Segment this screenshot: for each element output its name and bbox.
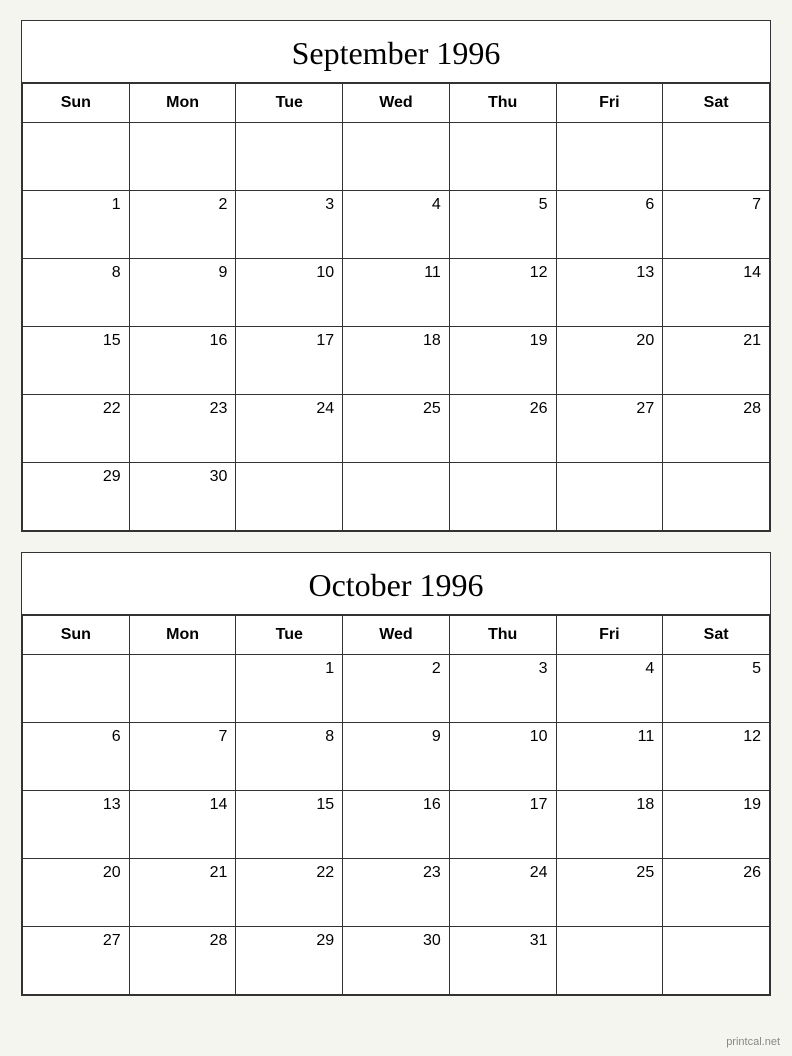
calendar-day: 6 [556, 191, 663, 259]
calendar-day: 25 [343, 395, 450, 463]
calendar-day: 4 [556, 655, 663, 723]
calendar-day: 31 [449, 927, 556, 995]
col-header-wed: Wed [343, 84, 450, 123]
col-header-thu: Thu [449, 84, 556, 123]
calendar-day [129, 655, 236, 723]
calendar-day: 22 [23, 395, 130, 463]
calendar-day: 20 [23, 859, 130, 927]
calendar-day [663, 463, 770, 531]
calendar-day: 29 [23, 463, 130, 531]
calendar-day [23, 123, 130, 191]
calendar-day: 5 [663, 655, 770, 723]
calendar-day: 18 [556, 791, 663, 859]
calendar-day: 13 [23, 791, 130, 859]
calendar-day: 29 [236, 927, 343, 995]
calendar-day: 8 [23, 259, 130, 327]
col-header-tue: Tue [236, 84, 343, 123]
calendar-day: 20 [556, 327, 663, 395]
calendar-day: 4 [343, 191, 450, 259]
calendar-day: 1 [236, 655, 343, 723]
calendar-day: 23 [343, 859, 450, 927]
calendar-day: 27 [23, 927, 130, 995]
calendar-day: 13 [556, 259, 663, 327]
calendar-day: 19 [663, 791, 770, 859]
calendar-day [236, 463, 343, 531]
calendar-day [236, 123, 343, 191]
col-header-sat: Sat [663, 616, 770, 655]
col-header-fri: Fri [556, 616, 663, 655]
col-header-wed: Wed [343, 616, 450, 655]
calendar-day: 16 [343, 791, 450, 859]
calendar-day [343, 463, 450, 531]
col-header-tue: Tue [236, 616, 343, 655]
calendar-day: 25 [556, 859, 663, 927]
september-calendar: September 1996 Sun Mon Tue Wed Thu Fri S… [21, 20, 771, 532]
col-header-sun: Sun [23, 616, 130, 655]
calendar-day [23, 655, 130, 723]
calendar-day: 30 [343, 927, 450, 995]
calendar-day: 12 [449, 259, 556, 327]
calendar-day: 11 [556, 723, 663, 791]
calendar-day: 19 [449, 327, 556, 395]
calendar-day [663, 927, 770, 995]
calendar-day: 15 [236, 791, 343, 859]
calendar-day: 14 [129, 791, 236, 859]
calendar-day: 22 [236, 859, 343, 927]
calendar-day: 21 [663, 327, 770, 395]
calendar-day [129, 123, 236, 191]
col-header-thu: Thu [449, 616, 556, 655]
calendar-day: 16 [129, 327, 236, 395]
calendar-day: 12 [663, 723, 770, 791]
calendar-day: 23 [129, 395, 236, 463]
calendar-day: 27 [556, 395, 663, 463]
calendar-day: 9 [343, 723, 450, 791]
calendar-day: 17 [236, 327, 343, 395]
calendar-day: 6 [23, 723, 130, 791]
calendar-day: 17 [449, 791, 556, 859]
calendar-day: 3 [449, 655, 556, 723]
calendar-day: 3 [236, 191, 343, 259]
calendar-day: 18 [343, 327, 450, 395]
calendar-day: 28 [129, 927, 236, 995]
calendar-day [449, 463, 556, 531]
calendar-day: 24 [236, 395, 343, 463]
calendar-day [343, 123, 450, 191]
calendar-day: 14 [663, 259, 770, 327]
october-calendar: October 1996 Sun Mon Tue Wed Thu Fri Sat… [21, 552, 771, 996]
calendar-day [556, 927, 663, 995]
calendar-day: 2 [343, 655, 450, 723]
calendar-day: 2 [129, 191, 236, 259]
col-header-mon: Mon [129, 84, 236, 123]
calendar-day [449, 123, 556, 191]
col-header-sun: Sun [23, 84, 130, 123]
calendar-day [556, 123, 663, 191]
september-title: September 1996 [22, 21, 770, 83]
calendar-day: 9 [129, 259, 236, 327]
calendar-day: 5 [449, 191, 556, 259]
calendar-day: 26 [663, 859, 770, 927]
col-header-sat: Sat [663, 84, 770, 123]
calendar-day: 24 [449, 859, 556, 927]
calendar-day: 30 [129, 463, 236, 531]
watermark: printcal.net [726, 1036, 780, 1048]
calendar-day: 8 [236, 723, 343, 791]
calendar-day: 10 [449, 723, 556, 791]
calendar-day: 15 [23, 327, 130, 395]
calendar-day [556, 463, 663, 531]
col-header-fri: Fri [556, 84, 663, 123]
calendar-day: 11 [343, 259, 450, 327]
calendar-day [663, 123, 770, 191]
calendar-day: 10 [236, 259, 343, 327]
calendar-day: 1 [23, 191, 130, 259]
col-header-mon: Mon [129, 616, 236, 655]
calendar-day: 28 [663, 395, 770, 463]
calendar-day: 7 [129, 723, 236, 791]
calendar-day: 26 [449, 395, 556, 463]
calendar-day: 21 [129, 859, 236, 927]
october-title: October 1996 [22, 553, 770, 615]
calendar-day: 7 [663, 191, 770, 259]
